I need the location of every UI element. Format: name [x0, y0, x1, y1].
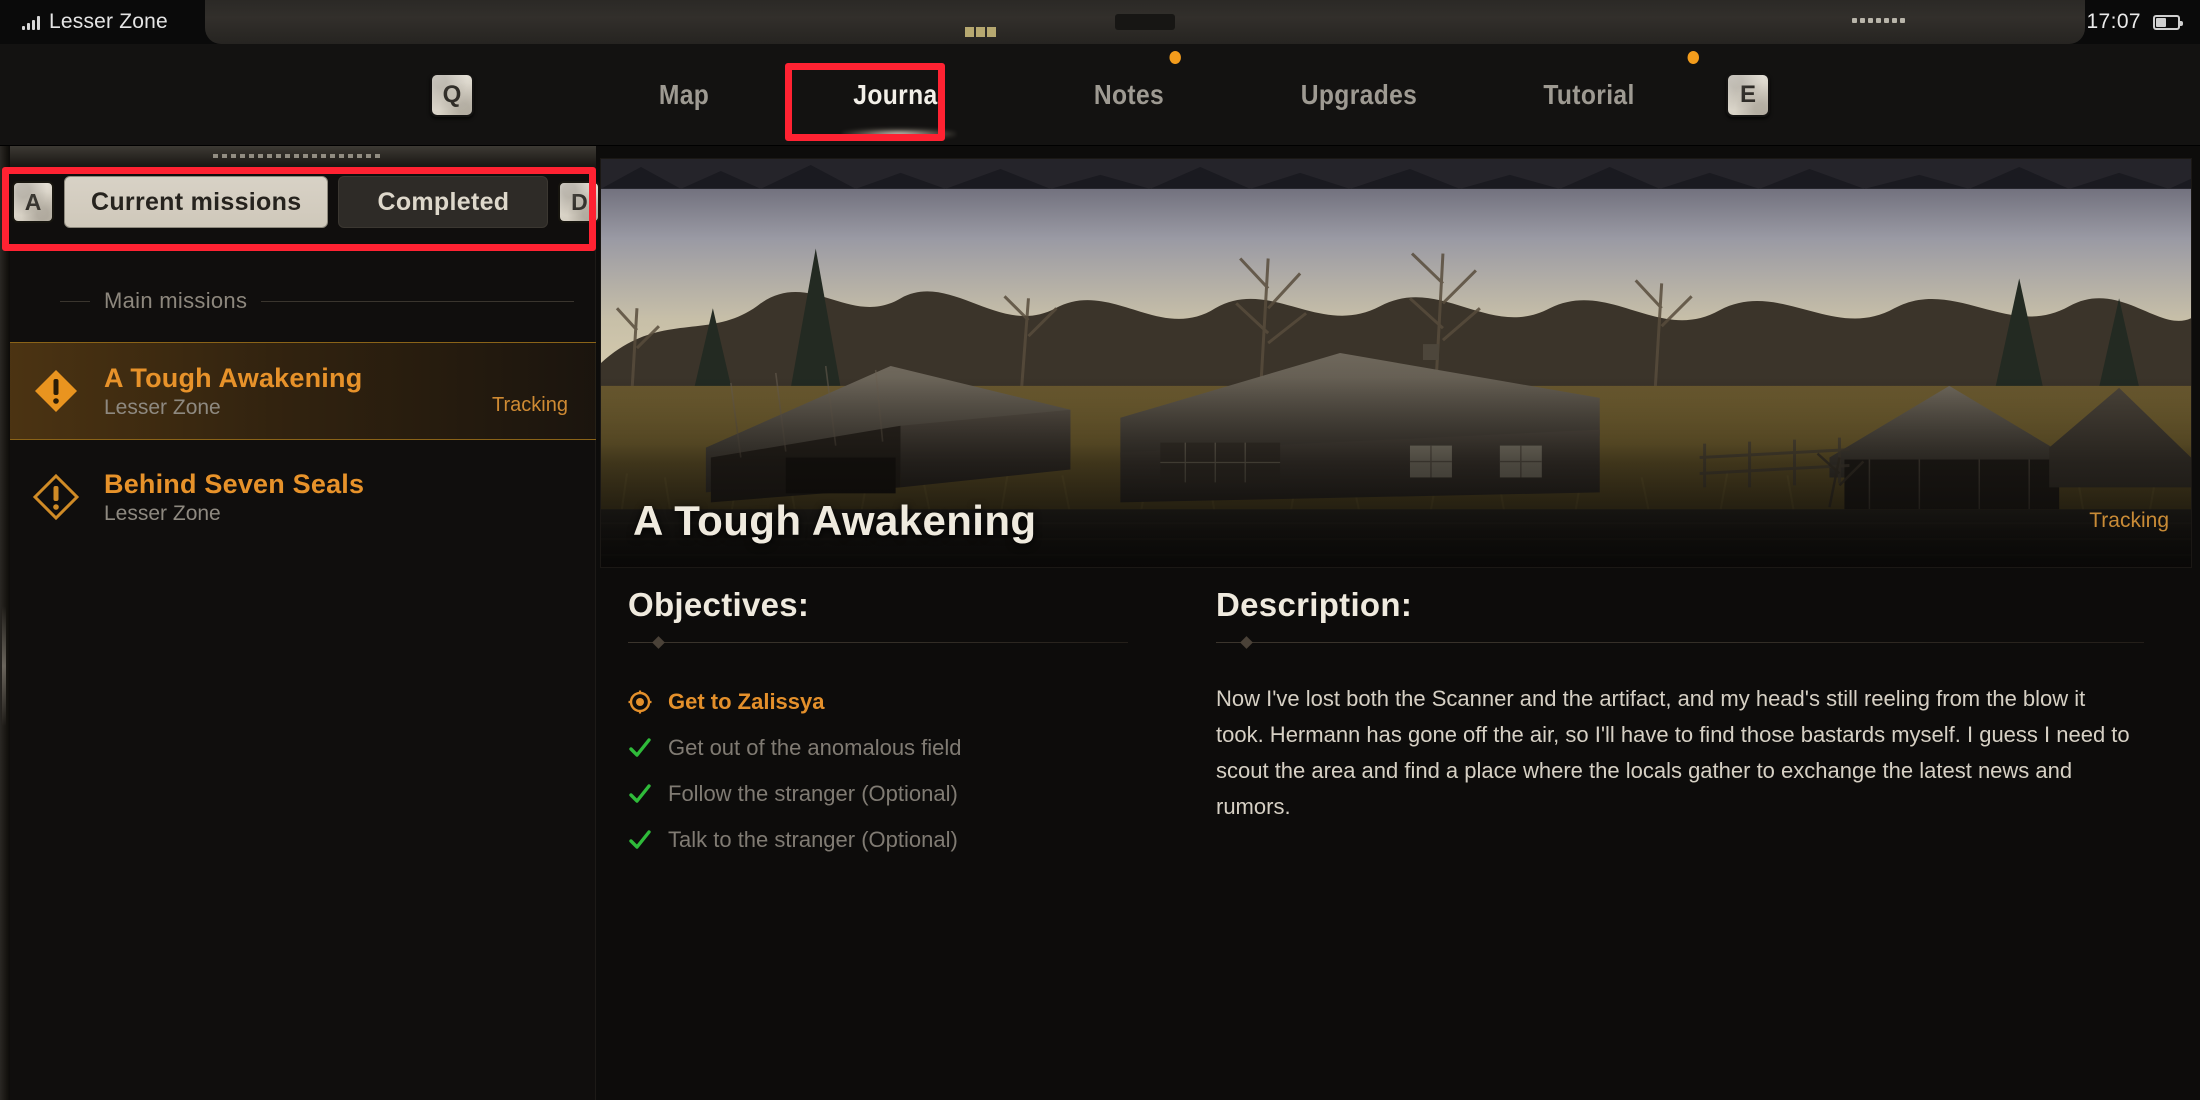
section-rule-right: [261, 300, 574, 302]
system-status-bar: Lesser Zone 17:07: [0, 0, 2200, 44]
objectives-divider: [628, 642, 1128, 643]
main-navigation-bar: Q Map Journal Notes Upgrades Tutorial E: [0, 44, 2200, 146]
objective-item-done: Talk to the stranger (Optional): [628, 817, 1196, 863]
mission-detail-columns: Objectives: Get to Zalissya Get out of t…: [596, 586, 2200, 863]
notes-new-indicator-dot: [1169, 51, 1181, 64]
mission-banner-image: A Tough Awakening Tracking: [600, 158, 2192, 568]
description-divider: [1216, 642, 2144, 643]
section-rule-left: [60, 300, 90, 302]
device-bezel-notch: [205, 0, 2085, 44]
tab-tutorial-label: Tutorial: [1543, 79, 1635, 110]
mission-detail-tracking-badge: Tracking: [2089, 509, 2169, 532]
filter-tab-current-missions[interactable]: Current missions: [64, 176, 329, 228]
nav-tab-list: Q Map Journal Notes Upgrades Tutorial E: [0, 44, 2200, 146]
mission-section-header: Main missions: [0, 288, 596, 314]
mission-detail-panel: A Tough Awakening Tracking Objectives: G…: [596, 146, 2200, 1100]
description-heading: Description:: [1216, 586, 1413, 623]
description-text: Now I've lost both the Scanner and the a…: [1216, 686, 2130, 819]
game-journal-screen: Lesser Zone 17:07 Q Map Journal Notes Up…: [0, 0, 2200, 1100]
filter-tab-current-label: Current missions: [91, 187, 302, 216]
tab-active-underglow: [841, 129, 957, 139]
tutorial-new-indicator-dot: [1687, 51, 1699, 64]
filter-tab-completed[interactable]: Completed: [338, 176, 549, 228]
objective-label: Get out of the anomalous field: [668, 735, 962, 760]
bezel-pins: [965, 27, 996, 37]
tab-map-label: Map: [658, 79, 710, 110]
check-icon: [629, 830, 651, 849]
description-column: Description: Now I've lost both the Scan…: [1196, 586, 2200, 863]
panel-seam-decor: [213, 154, 383, 158]
objectives-column: Objectives: Get to Zalissya Get out of t…: [596, 586, 1196, 863]
objective-label: Follow the stranger (Optional): [668, 781, 958, 806]
key-hint-q[interactable]: Q: [430, 73, 474, 117]
mission-list-panel: A Current missions Completed D Main miss…: [0, 146, 601, 1100]
exclamation-diamond-outline-icon: [32, 473, 80, 521]
mission-list: A Tough Awakening Lesser Zone Tracking B…: [0, 342, 596, 546]
mission-filter-tabs: A Current missions Completed D: [12, 176, 601, 228]
objectives-list: Get to Zalissya Get out of the anomalous…: [628, 679, 1196, 863]
tab-notes[interactable]: Notes: [1028, 51, 1230, 123]
tab-notes-label: Notes: [1093, 79, 1165, 110]
mission-title: Behind Seven Seals: [104, 468, 365, 499]
mission-list-item-behind-seven-seals[interactable]: Behind Seven Seals Lesser Zone: [0, 448, 596, 546]
mission-title: A Tough Awakening: [104, 362, 363, 393]
mission-zone: Lesser Zone: [104, 501, 221, 525]
tab-tutorial[interactable]: Tutorial: [1488, 51, 1699, 123]
objective-item-done: Get out of the anomalous field: [628, 725, 1196, 771]
mission-zone: Lesser Zone: [104, 395, 221, 419]
tab-map[interactable]: Map: [596, 67, 772, 123]
check-icon: [629, 738, 651, 757]
mission-text-block: Behind Seven Seals Lesser Zone: [104, 469, 364, 526]
section-header-label: Main missions: [104, 288, 248, 313]
key-hint-a[interactable]: A: [12, 181, 54, 223]
tab-upgrades[interactable]: Upgrades: [1258, 67, 1460, 123]
target-icon: [628, 690, 652, 714]
exclamation-diamond-filled-icon: [35, 370, 77, 412]
mission-list-item-a-tough-awakening[interactable]: A Tough Awakening Lesser Zone Tracking: [0, 342, 596, 440]
panel-top-trim: [0, 146, 596, 168]
signal-bars-icon: [22, 15, 40, 30]
key-hint-d[interactable]: D: [558, 181, 601, 223]
objective-label: Get to Zalissya: [668, 689, 825, 714]
objective-label: Talk to the stranger (Optional): [668, 827, 958, 852]
objective-item-done: Follow the stranger (Optional): [628, 771, 1196, 817]
mission-text-block: A Tough Awakening Lesser Zone: [104, 363, 362, 420]
system-bar-left: Lesser Zone: [22, 0, 168, 44]
tab-journal[interactable]: Journal: [798, 67, 1000, 139]
zone-label: Lesser Zone: [49, 10, 168, 33]
objectives-heading: Objectives:: [628, 586, 810, 623]
bezel-dots: [1852, 18, 1905, 23]
filter-tab-completed-label: Completed: [377, 187, 510, 216]
edge-glint: [2, 606, 6, 726]
tab-journal-label: Journal: [853, 79, 945, 110]
key-hint-e[interactable]: E: [1726, 73, 1770, 117]
objective-item-active: Get to Zalissya: [628, 679, 1196, 725]
check-icon: [629, 784, 651, 803]
system-bar-right: 17:07: [2086, 0, 2183, 44]
clock-label: 17:07: [2086, 10, 2141, 33]
panel-left-edge-trim: [0, 146, 10, 1100]
tab-upgrades-label: Upgrades: [1300, 79, 1418, 110]
battery-icon: [2153, 14, 2183, 30]
mission-tracking-badge: Tracking: [492, 394, 568, 416]
mission-detail-title: A Tough Awakening: [633, 497, 1037, 544]
